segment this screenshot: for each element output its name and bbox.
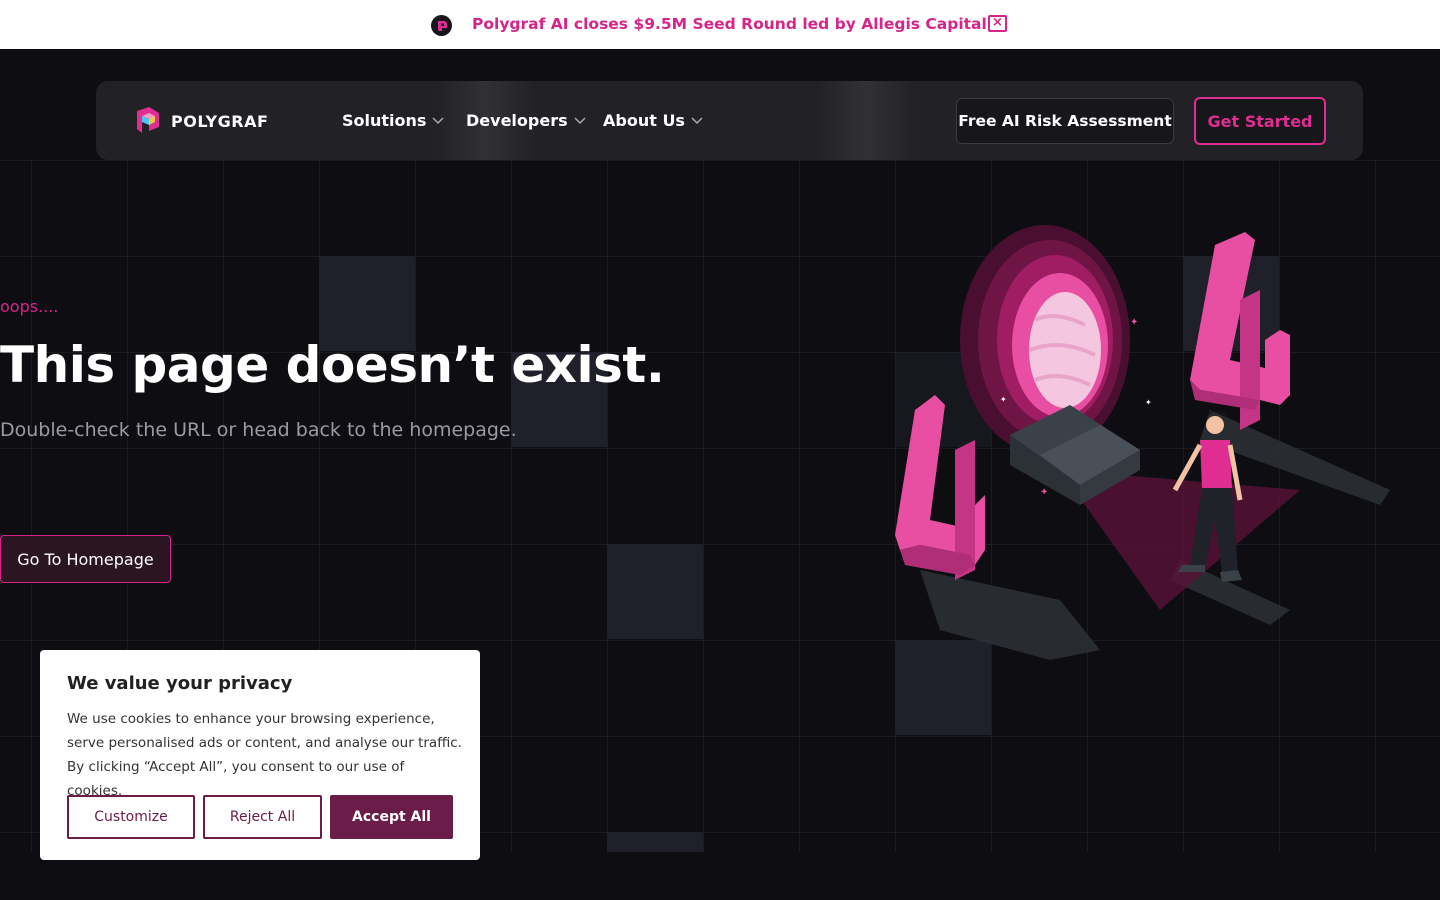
page-subtitle: Double-check the URL or head back to the… [0,419,517,441]
nav-item-developers[interactable]: Developers [466,111,586,130]
svg-text:✦: ✦ [1130,317,1138,328]
nav-item-label: Solutions [342,111,427,130]
brand-name: POLYGRAF [171,111,269,131]
reject-all-button[interactable]: Reject All [203,795,322,839]
grid-tile [607,832,703,852]
nav-item-solutions[interactable]: Solutions [342,111,444,130]
brand-logo[interactable]: POLYGRAF [133,105,268,137]
close-icon[interactable]: × [988,15,1007,32]
nav-item-label: Developers [466,111,568,130]
chevron-down-icon [574,116,586,124]
get-started-button[interactable]: Get Started [1194,97,1326,145]
go-to-homepage-button[interactable]: Go To Homepage [0,535,171,583]
customize-button[interactable]: Customize [67,795,195,839]
chevron-down-icon [432,116,444,124]
page-title: This page doesn’t exist. [0,336,665,394]
announcement-text[interactable]: Polygraf AI closes $9.5M Seed Round led … [472,15,987,33]
chevron-down-icon [691,116,703,124]
hero-eyebrow: oops.... [0,297,59,316]
svg-text:✦: ✦ [1000,395,1007,404]
polygraf-logo-icon [431,15,452,36]
announcement-bar: Polygraf AI closes $9.5M Seed Round led … [0,0,1440,49]
cookie-title: We value your privacy [67,673,293,694]
svg-text:✦: ✦ [1145,398,1152,407]
accept-all-button[interactable]: Accept All [330,795,453,839]
top-navbar: POLYGRAF Solutions Developers About Us F… [96,81,1363,160]
nav-item-about-us[interactable]: About Us [603,111,703,130]
cookie-body: We use cookies to enhance your browsing … [67,711,462,799]
cookie-consent-banner: We value your privacy We use cookies to … [40,650,480,860]
free-ai-risk-assessment-button[interactable]: Free AI Risk Assessment [956,98,1174,144]
grid-tile [607,544,703,639]
nav-item-label: About Us [603,111,685,130]
nav-glow [816,81,916,160]
404-illustration: ✦ ✦ ✦ ✦ [860,220,1400,670]
polygraf-logo-icon [137,107,159,133]
svg-text:✦: ✦ [1040,487,1048,498]
